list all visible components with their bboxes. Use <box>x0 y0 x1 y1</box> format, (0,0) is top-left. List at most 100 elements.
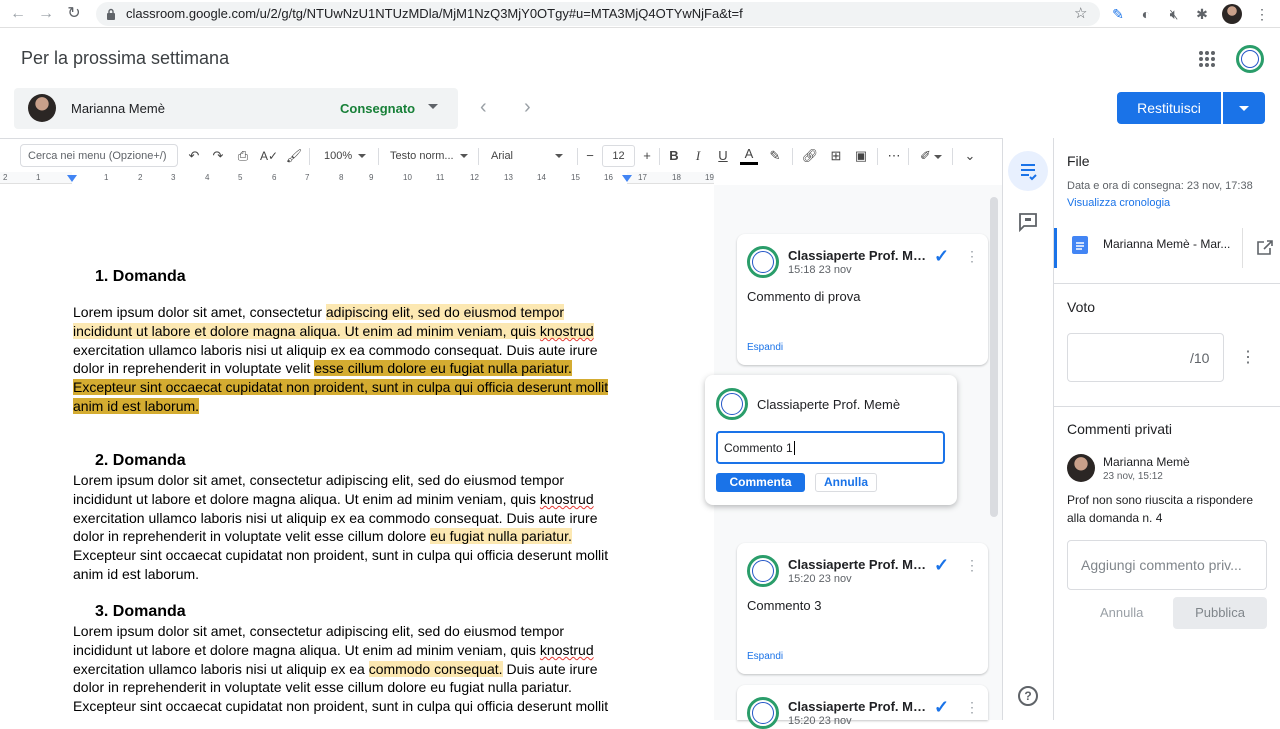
ruler-number: 19 <box>705 173 714 182</box>
editing-mode-icon[interactable]: ✐ <box>916 145 946 167</box>
open-in-new-icon[interactable] <box>1242 228 1280 268</box>
bookmark-star-icon[interactable]: ☆ <box>1074 4 1087 22</box>
file-name: Marianna Memè - Mar... <box>1103 237 1231 251</box>
comment-author: Classiaperte Prof. Memè <box>757 397 901 412</box>
extension-moon-icon[interactable]: ◐ <box>1136 4 1156 24</box>
google-doc-icon <box>1072 236 1088 254</box>
next-student-icon[interactable]: › <box>524 96 531 119</box>
answer-paragraph: Lorem ipsum dolor sit amet, consectetur … <box>73 303 623 416</box>
text-run: exercitation ullamco laboris nisi ut ali… <box>73 660 369 677</box>
grade-max: /10 <box>1190 350 1210 366</box>
publish-button[interactable]: Pubblica <box>1173 597 1267 629</box>
resolve-check-icon[interactable]: ✓ <box>934 555 949 576</box>
document-scrollbar[interactable] <box>990 197 998 517</box>
spellcheck-icon[interactable]: A✓ <box>259 145 279 167</box>
page-title: Per la prossima settimana <box>21 48 230 68</box>
more-options-icon[interactable]: ⋯ <box>884 145 904 167</box>
text-color-icon[interactable]: A <box>740 145 758 165</box>
return-button[interactable]: Restituisci <box>1117 92 1221 124</box>
previous-student-icon[interactable]: ‹ <box>480 96 487 119</box>
insert-link-icon[interactable]: 🔗︎ <box>800 145 820 167</box>
comment-author: Classiaperte Prof. Memè <box>788 699 930 714</box>
comment-author-avatar <box>747 555 779 587</box>
mute-icon[interactable]: 🔇︎ <box>1164 4 1184 24</box>
expand-link[interactable]: Espandi <box>747 342 783 353</box>
expand-link[interactable]: Espandi <box>747 651 783 662</box>
private-cancel-button[interactable]: Annulla <box>1100 605 1143 620</box>
extensions-puzzle-icon[interactable]: ✱ <box>1192 4 1212 24</box>
apps-grid-icon[interactable] <box>1199 51 1215 67</box>
private-comment-input[interactable]: Aggiungi commento priv... <box>1067 540 1267 590</box>
italic-icon[interactable]: I <box>689 145 707 167</box>
editor-toolbar: Cerca nei menu (Opzione+/) ↶ ↷ ⎙ A✓ 🖌︎ 1… <box>0 138 1002 172</box>
comment-text: Commento di prova <box>747 289 861 304</box>
font-value: Arial <box>491 150 514 162</box>
comment-time: 15:20 23 nov <box>788 573 852 585</box>
ruler-number: 3 <box>171 173 176 182</box>
print-icon[interactable]: ⎙ <box>233 145 253 167</box>
files-title: File <box>1067 153 1090 169</box>
underline-icon[interactable]: U <box>714 145 732 167</box>
ruler-number: 9 <box>369 173 374 182</box>
help-icon[interactable]: ? <box>1018 686 1038 706</box>
ruler-number: 14 <box>537 173 546 182</box>
add-comment-icon[interactable]: ⊞ <box>826 145 846 167</box>
browser-profile-avatar[interactable] <box>1222 4 1242 24</box>
student-selector[interactable]: Marianna Memè Consegnato <box>14 88 458 129</box>
zoom-select[interactable]: 100% <box>324 145 372 167</box>
font-size-input[interactable]: 12 <box>602 145 635 167</box>
chevron-down-icon[interactable] <box>428 104 438 109</box>
student-name: Marianna Memè <box>71 101 165 116</box>
font-select[interactable]: Arial <box>491 145 573 167</box>
ruler-number: 12 <box>470 173 479 182</box>
forward-icon[interactable]: → <box>36 4 56 24</box>
comment-card[interactable]: Classiaperte Prof. Memè 15:18 23 nov ✓ ⋮… <box>737 234 988 365</box>
comment-input[interactable]: Commento 1 <box>716 431 945 464</box>
decrease-font-size-icon[interactable]: − <box>582 145 598 167</box>
attached-file[interactable]: Marianna Memè - Mar... <box>1054 228 1280 268</box>
right-indent-marker[interactable] <box>622 175 632 182</box>
answer-paragraph: Lorem ipsum dolor sit amet, consectetur … <box>73 622 623 716</box>
view-history-link[interactable]: Visualizza cronologia <box>1067 197 1170 209</box>
comment-submit-button[interactable]: Commenta <box>716 473 805 492</box>
back-icon[interactable]: ← <box>8 4 28 24</box>
comments-icon[interactable] <box>1018 212 1038 233</box>
hide-menus-chevron-icon[interactable]: ⌄ <box>960 145 980 167</box>
account-avatar[interactable] <box>1236 45 1264 73</box>
more-vert-icon[interactable]: ⋮ <box>965 699 979 716</box>
resolve-check-icon[interactable]: ✓ <box>934 246 949 267</box>
return-options-button[interactable] <box>1223 92 1265 124</box>
undo-icon[interactable]: ↶ <box>185 145 203 167</box>
comment-author-avatar <box>747 697 779 729</box>
comment-card[interactable]: Classiaperte Prof. Memè 15:20 23 nov ✓ ⋮… <box>737 543 988 674</box>
more-vert-icon[interactable]: ⋮ <box>965 557 979 574</box>
paragraph-style-select[interactable]: Testo norm... <box>390 145 472 167</box>
comment-cancel-button[interactable]: Annulla <box>815 473 877 492</box>
redo-icon[interactable]: ↷ <box>209 145 227 167</box>
question-heading: 1. Domanda <box>95 268 186 285</box>
bold-icon[interactable]: B <box>665 145 683 167</box>
browser-menu-icon[interactable]: ⋮ <box>1252 4 1272 24</box>
ruler-number: 5 <box>238 173 243 182</box>
misspelled-word: knostrud <box>539 322 594 339</box>
ruler-number: 17 <box>638 173 647 182</box>
resolve-check-icon[interactable]: ✓ <box>934 697 949 718</box>
private-comment-avatar <box>1067 454 1095 482</box>
increase-font-size-icon[interactable]: + <box>639 145 655 167</box>
ruler[interactable]: 2 1 1 2 3 4 5 6 7 8 9 10 11 12 13 14 15 … <box>0 172 714 184</box>
reload-icon[interactable]: ↻ <box>64 4 84 24</box>
more-vert-icon[interactable]: ⋮ <box>965 248 979 265</box>
insert-image-icon[interactable]: ▣ <box>851 145 871 167</box>
paint-format-icon[interactable]: 🖌︎ <box>285 145 303 167</box>
highlight-color-icon[interactable]: ✎ <box>766 145 784 167</box>
text-run: Lorem ipsum dolor sit amet, consectetur … <box>73 623 565 658</box>
document-page[interactable]: 1. Domanda Lorem ipsum dolor sit amet, c… <box>0 185 714 720</box>
assignment-details-icon[interactable] <box>1008 151 1048 191</box>
extension-pen-icon[interactable]: ✎ <box>1108 4 1128 24</box>
grade-input[interactable]: /10 <box>1067 333 1224 382</box>
grade-more-vert-icon[interactable]: ⋮ <box>1240 347 1256 367</box>
left-indent-marker[interactable] <box>67 175 77 182</box>
menu-search-input[interactable]: Cerca nei menu (Opzione+/) <box>20 144 178 167</box>
address-bar[interactable]: classroom.google.com/u/2/g/tg/NTUwNzU1NT… <box>96 2 1100 26</box>
comment-card[interactable]: Classiaperte Prof. Memè 15:20 23 nov ✓ ⋮ <box>737 685 988 729</box>
